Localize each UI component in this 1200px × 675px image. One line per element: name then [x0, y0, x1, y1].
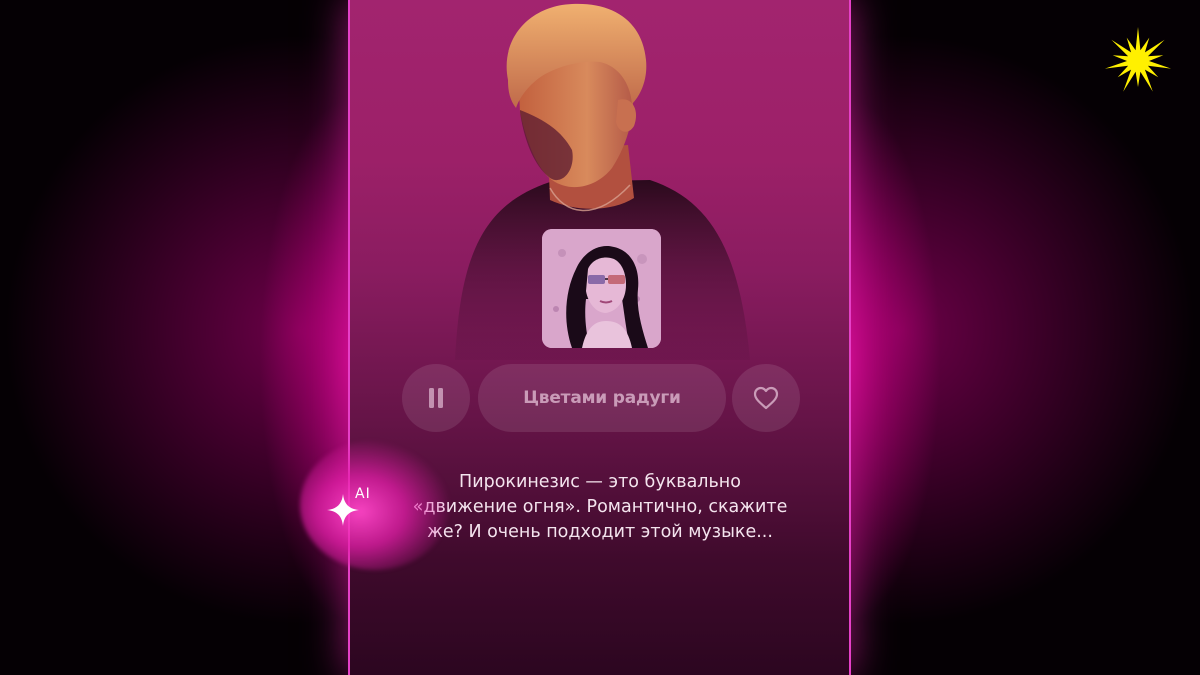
pause-icon	[429, 388, 443, 408]
album-cover[interactable]	[542, 229, 661, 348]
sunburst-logo	[1104, 27, 1172, 92]
ai-comment-line: же? И очень подходит этой музыке...	[427, 522, 773, 542]
ai-comment-line: «движение огня». Романтично, скажите	[412, 497, 788, 517]
track-title-button[interactable]: Цветами радуги	[478, 364, 726, 432]
ai-comment: Пирокинезис — это буквально «движение ог…	[390, 470, 810, 545]
ai-glow	[300, 440, 450, 570]
pause-button[interactable]	[402, 364, 470, 432]
track-title: Цветами радуги	[523, 388, 681, 408]
ai-badge: AI	[355, 486, 371, 502]
heart-icon	[753, 386, 779, 410]
like-button[interactable]	[732, 364, 800, 432]
player-controls: Цветами радуги	[402, 364, 802, 432]
screen: Цветами радуги Пирокинезис — это букваль…	[0, 0, 1200, 675]
player-panel: Цветами радуги Пирокинезис — это букваль…	[348, 0, 851, 675]
ai-comment-line: Пирокинезис — это буквально	[459, 472, 741, 492]
